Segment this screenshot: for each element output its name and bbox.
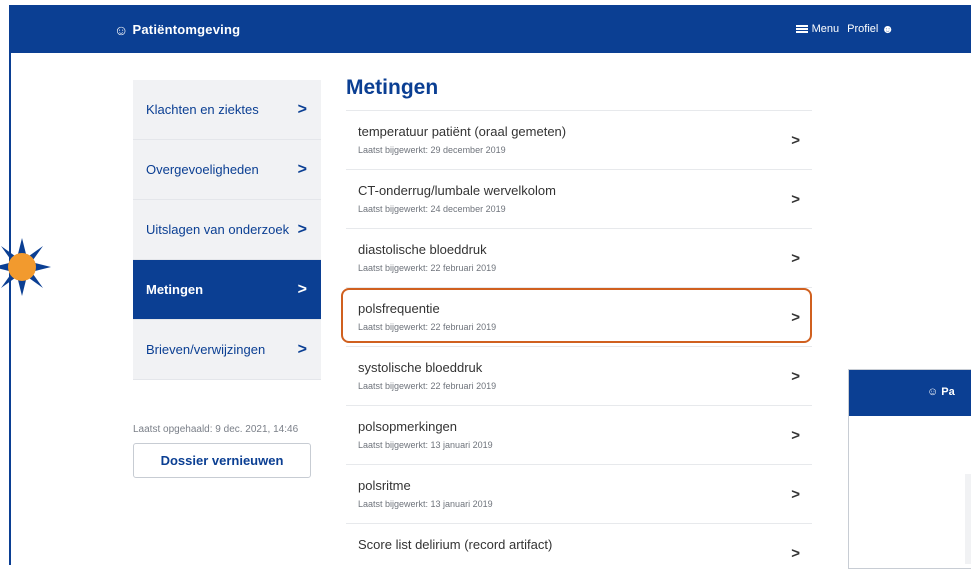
sidebar-item-label: Overgevoeligheden: [146, 162, 259, 177]
brand-label: Patiëntomgeving: [132, 22, 241, 37]
chevron-right-icon: >: [791, 545, 800, 562]
list-item-subtitle: Laatst bijgewerkt: 22 februari 2019: [358, 381, 497, 391]
brand[interactable]: ☺ Patiëntomgeving: [114, 22, 240, 37]
sidebar-item-label: Metingen: [146, 282, 204, 297]
list-item[interactable]: polsopmerkingen Laatst bijgewerkt: 13 ja…: [346, 405, 812, 464]
list-item[interactable]: systolische bloeddruk Laatst bijgewerkt:…: [346, 346, 812, 405]
sidebar-item-klachten[interactable]: Klachten en ziektes >: [133, 80, 321, 140]
sun-icon: [0, 238, 51, 296]
chevron-right-icon: >: [297, 160, 307, 178]
chevron-right-icon: >: [297, 340, 307, 358]
sidebar-item-label: Klachten en ziektes: [146, 102, 259, 117]
inset-preview: ☺ Pa: [848, 369, 971, 569]
list-item-title: Score list delirium (record artifact): [358, 537, 553, 552]
sidebar-item-metingen[interactable]: Metingen >: [133, 260, 321, 320]
top-nav: Menu Profiel ☻: [795, 22, 894, 36]
list-item-subtitle: Laatst bijgewerkt: 13 januari 2019: [358, 499, 493, 509]
inset-panel: [965, 474, 971, 564]
list-item-title: systolische bloeddruk: [358, 360, 483, 375]
list-item-title: CT-onderrug/lumbale wervelkolom: [358, 183, 556, 198]
list-item-title: polsfrequentie: [358, 301, 440, 316]
page-title: Metingen: [346, 76, 439, 99]
refresh-dossier-button[interactable]: Dossier vernieuwen: [133, 443, 311, 478]
list-item-polsfrequentie[interactable]: polsfrequentie Laatst bijgewerkt: 22 feb…: [346, 287, 812, 346]
sidebar-item-label: Brieven/verwijzingen: [146, 342, 266, 357]
list-item-subtitle: Laatst bijgewerkt: 22 februari 2019: [358, 263, 497, 273]
list-item[interactable]: CT-onderrug/lumbale wervelkolom Laatst b…: [346, 169, 812, 228]
chevron-right-icon: >: [791, 368, 800, 385]
list-item-subtitle: Laatst bijgewerkt: 29 december 2019: [358, 145, 506, 155]
inset-brand-label: Pa: [941, 386, 955, 398]
top-bar: ☺ Patiëntomgeving Menu Profiel ☻: [9, 5, 971, 53]
last-fetched-text: Laatst opgehaald: 9 dec. 2021, 14:46: [133, 424, 299, 435]
chevron-right-icon: >: [791, 132, 800, 149]
sidebar-item-overgevoeligheden[interactable]: Overgevoeligheden >: [133, 140, 321, 200]
measurements-list: temperatuur patiënt (oraal gemeten) Laat…: [346, 110, 812, 582]
chevron-right-icon: >: [791, 309, 800, 326]
chevron-right-icon: >: [297, 100, 307, 118]
user-icon: ☻: [881, 22, 894, 36]
sidebar-item-label: Uitslagen van onderzoek: [146, 222, 290, 237]
list-item-title: temperatuur patiënt (oraal gemeten): [358, 124, 567, 139]
list-item-subtitle: Laatst bijgewerkt: 24 december 2019: [358, 204, 506, 214]
sidebar: Klachten en ziektes > Overgevoeligheden …: [133, 80, 321, 380]
inset-brand: ☺ Pa: [927, 386, 955, 398]
profile-button[interactable]: Profiel ☻: [847, 22, 894, 36]
list-item[interactable]: diastolische bloeddruk Laatst bijgewerkt…: [346, 228, 812, 287]
inset-top-bar: ☺ Pa: [849, 370, 971, 416]
chevron-right-icon: >: [297, 280, 307, 298]
chevron-right-icon: >: [791, 486, 800, 503]
list-item[interactable]: Score list delirium (record artifact) >: [346, 523, 812, 582]
chevron-right-icon: >: [297, 220, 307, 238]
chevron-right-icon: >: [791, 427, 800, 444]
user-circle-icon: ☺: [114, 21, 129, 38]
list-item-title: polsopmerkingen: [358, 419, 458, 434]
list-item-title: diastolische bloeddruk: [358, 242, 487, 257]
chevron-right-icon: >: [791, 250, 800, 267]
chevron-right-icon: >: [791, 191, 800, 208]
list-item[interactable]: temperatuur patiënt (oraal gemeten) Laat…: [346, 110, 812, 169]
sidebar-item-uitslagen[interactable]: Uitslagen van onderzoek >: [133, 200, 321, 260]
sidebar-item-brieven[interactable]: Brieven/verwijzingen >: [133, 320, 321, 380]
profile-label: Profiel: [847, 23, 879, 35]
menu-label: Menu: [811, 23, 840, 35]
list-item-subtitle: Laatst bijgewerkt: 22 februari 2019: [358, 322, 497, 332]
menu-button[interactable]: Menu: [795, 23, 840, 35]
list-item-title: polsritme: [358, 478, 411, 493]
list-item[interactable]: polsritme Laatst bijgewerkt: 13 januari …: [346, 464, 812, 523]
hamburger-icon: [795, 24, 808, 34]
list-item-subtitle: Laatst bijgewerkt: 13 januari 2019: [358, 440, 493, 450]
